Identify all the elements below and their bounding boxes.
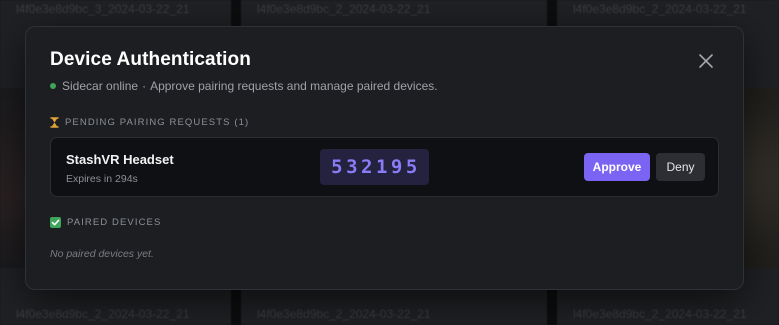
check-box-icon [50, 217, 61, 228]
video-caption: l4f0e3e8d9bc_2_2024-03-22_21 [16, 307, 190, 321]
deny-button[interactable]: Deny [656, 153, 705, 181]
video-caption: l4f0e3e8d9bc_2_2024-03-22_21 [573, 307, 747, 321]
device-name: StashVR Headset [66, 152, 174, 167]
status-description: Approve pairing requests and manage pair… [150, 79, 438, 93]
status-separator: · [142, 79, 147, 93]
pending-requests-title: Pending pairing requests (1) [65, 117, 250, 128]
hourglass-icon [50, 117, 59, 128]
online-status-dot-icon [50, 83, 56, 89]
pending-requests-header: Pending pairing requests (1) [50, 117, 249, 128]
status-online-label: Sidecar online [62, 79, 139, 93]
paired-devices-empty-text: No paired devices yet. [50, 248, 154, 260]
paired-devices-title: Paired devices [67, 217, 162, 228]
approve-button[interactable]: Approve [584, 153, 650, 181]
status-line: Sidecar online · Approve pairing request… [50, 79, 438, 93]
video-caption: l4f0e3e8d9bc_2_2024-03-22_21 [573, 2, 747, 16]
close-button[interactable] [697, 52, 715, 70]
close-icon [699, 54, 713, 68]
pairing-code: 532195 [320, 149, 429, 185]
expires-countdown: Expires in 294s [66, 173, 138, 185]
modal-title: Device Authentication [50, 49, 251, 70]
pairing-request-card: StashVR Headset Expires in 294s 532195 A… [50, 137, 719, 197]
video-caption: l4f0e3e8d9bc_3_2024-03-22_21 [16, 2, 190, 16]
paired-devices-header: Paired devices [50, 217, 161, 228]
video-caption: l4f0e3e8d9bc_2_2024-03-22_21 [257, 307, 431, 321]
video-caption: l4f0e3e8d9bc_2_2024-03-22_21 [257, 2, 431, 16]
device-authentication-modal: Device Authentication Sidecar online · A… [25, 26, 744, 290]
